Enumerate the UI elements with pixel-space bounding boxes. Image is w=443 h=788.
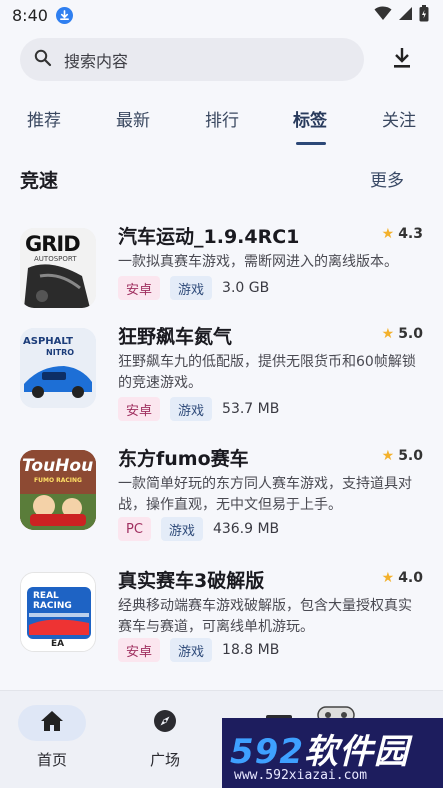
search-icon xyxy=(34,49,52,71)
app-rating: ★ 4.3 xyxy=(381,226,423,242)
platform-chip[interactable]: PC xyxy=(118,517,151,541)
wifi-icon xyxy=(374,6,392,25)
type-chip[interactable]: 游戏 xyxy=(170,638,213,662)
app-icon: REAL RACING EA xyxy=(20,572,96,652)
download-button[interactable] xyxy=(384,42,420,78)
app-description: 一款简单好玩的东方同人赛车游戏，支持道具对战，操作直观，无中文但易于上手。 xyxy=(118,476,412,513)
platform-chip[interactable]: 安卓 xyxy=(118,397,161,421)
list-item[interactable]: TouHou FUMO RACING 东方fumo赛车 ★ 5.0 一款简单好玩… xyxy=(0,444,443,554)
list-item[interactable]: GRID AUTOSPORT 汽车运动_1.9.4RC1 ★ 4.3 一款拟真赛… xyxy=(0,222,443,332)
download-notification-icon xyxy=(55,6,73,24)
nav-label: 广场 xyxy=(149,751,180,769)
home-icon xyxy=(40,710,64,736)
app-size: 3.0 GB xyxy=(222,280,270,296)
tab-ranking[interactable]: 排行 xyxy=(205,106,239,131)
type-chip[interactable]: 游戏 xyxy=(160,517,203,541)
app-name: 东方fumo赛车 xyxy=(118,448,249,470)
app-icon: GRID AUTOSPORT xyxy=(20,228,96,308)
more-link[interactable]: 更多 xyxy=(370,166,404,191)
star-icon: ★ xyxy=(381,326,395,342)
app-tags: PC 游戏 436.9 MB xyxy=(118,517,279,541)
search-placeholder: 搜索内容 xyxy=(64,51,129,71)
app-description: 经典移动端赛车游戏破解版，包含大量授权真实赛车与赛道，可离线单机游玩。 xyxy=(118,598,412,635)
app-size: 18.8 MB xyxy=(222,642,280,658)
list-item[interactable]: REAL RACING EA 真实赛车3破解版 ★ 4.0 经典移动端赛车游戏破… xyxy=(0,566,443,676)
tab-recommend[interactable]: 推荐 xyxy=(27,106,61,131)
app-description: 一款拟真赛车游戏，需断网进入的离线版本。 xyxy=(118,254,398,270)
signal-icon xyxy=(398,6,413,25)
app-rating: ★ 5.0 xyxy=(381,448,423,464)
app-name: 真实赛车3破解版 xyxy=(118,570,265,592)
app-size: 53.7 MB xyxy=(222,401,280,417)
search-input[interactable]: 搜索内容 xyxy=(20,38,364,81)
status-bar: 8:40 xyxy=(0,0,443,30)
star-icon: ★ xyxy=(381,448,395,464)
star-icon: ★ xyxy=(381,570,395,586)
battery-icon xyxy=(419,4,429,26)
tab-tags[interactable]: 标签 xyxy=(293,106,327,131)
app-icon: ASPHALT NITRO xyxy=(20,328,96,408)
app-description: 狂野飙车九的低配版，提供无限货币和60帧解锁的竞速游戏。 xyxy=(118,354,416,391)
tab-indicator xyxy=(296,142,326,145)
tab-latest[interactable]: 最新 xyxy=(116,106,150,131)
tab-follow[interactable]: 关注 xyxy=(382,106,416,131)
tab-bar: 推荐 最新 排行 标签 关注 xyxy=(0,100,443,148)
platform-chip[interactable]: 安卓 xyxy=(118,638,161,662)
app-icon: TouHou FUMO RACING xyxy=(20,450,96,530)
app-tags: 安卓 游戏 3.0 GB xyxy=(118,276,269,300)
app-name: 狂野飙车氮气 xyxy=(118,326,233,348)
app-rating: ★ 5.0 xyxy=(381,326,423,342)
download-icon xyxy=(392,47,412,73)
nav-label: 首页 xyxy=(36,751,67,769)
type-chip[interactable]: 游戏 xyxy=(170,276,213,300)
app-size: 436.9 MB xyxy=(212,521,280,537)
app-name: 汽车运动_1.9.4RC1 xyxy=(118,226,300,248)
watermark-logo: 592软件园 www.592xiazai.com xyxy=(222,718,443,788)
status-time: 8:40 xyxy=(12,5,48,25)
section-title: 竞速 xyxy=(20,170,59,192)
star-icon: ★ xyxy=(381,226,395,242)
list-item[interactable]: ASPHALT NITRO 狂野飙车氮气 ★ 5.0 狂野飙车九的低配版，提供无… xyxy=(0,322,443,432)
compass-icon xyxy=(153,709,177,737)
app-tags: 安卓 游戏 18.8 MB xyxy=(118,638,279,662)
nav-square[interactable]: 广场 xyxy=(130,705,200,770)
app-rating: ★ 4.0 xyxy=(381,570,423,586)
type-chip[interactable]: 游戏 xyxy=(170,397,213,421)
nav-home[interactable]: 首页 xyxy=(17,705,87,770)
app-tags: 安卓 游戏 53.7 MB xyxy=(118,397,279,421)
platform-chip[interactable]: 安卓 xyxy=(118,276,161,300)
